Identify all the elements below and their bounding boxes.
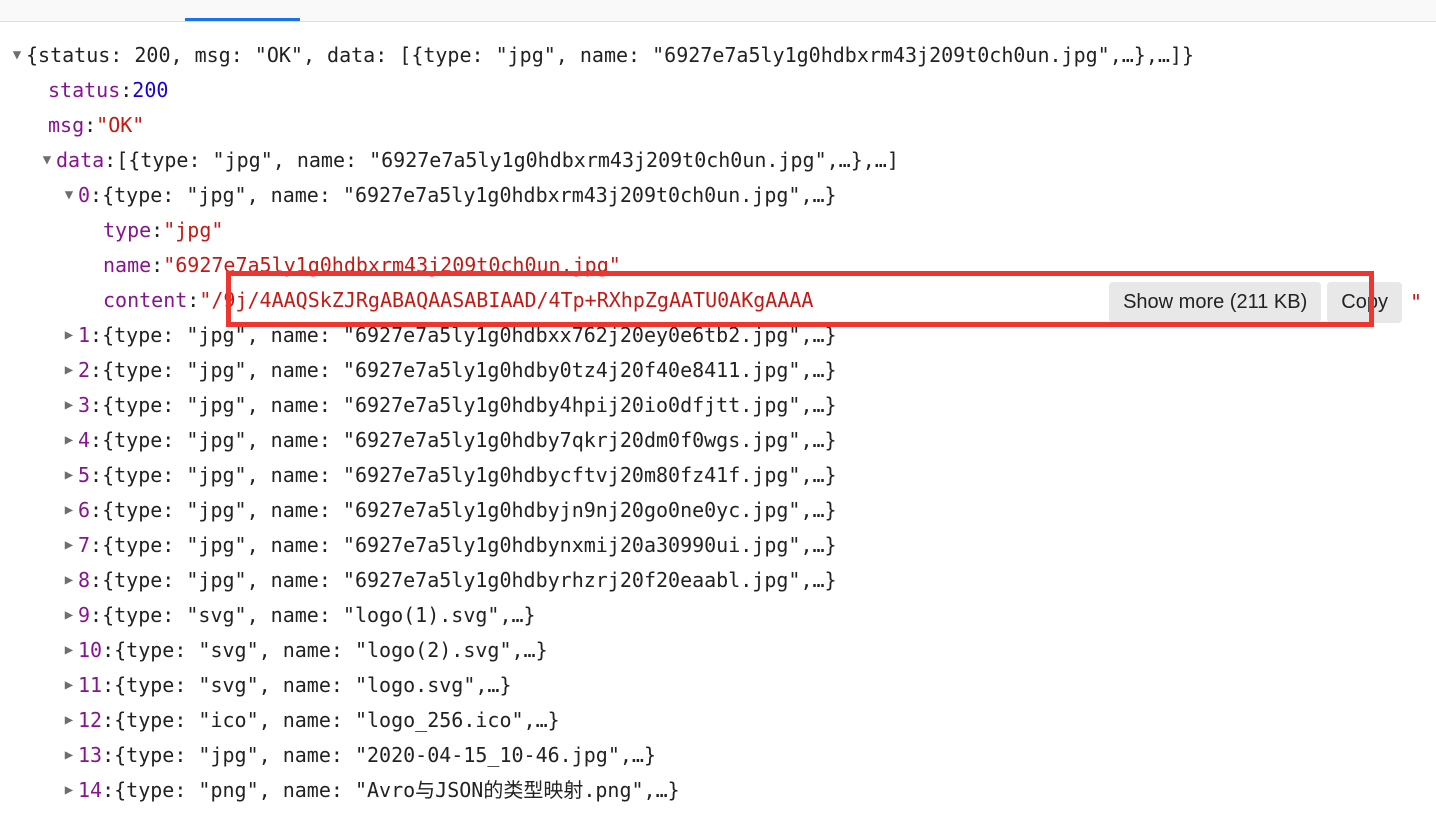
status-line[interactable]: status: 200	[8, 73, 1428, 108]
expand-toggle[interactable]	[38, 148, 56, 173]
closing-quote: "	[1410, 285, 1422, 320]
expand-toggle[interactable]	[60, 673, 78, 698]
array-item-line[interactable]: 11: {type: "svg", name: "logo.svg",…}	[8, 668, 1428, 703]
array-item-line[interactable]: 12: {type: "ico", name: "logo_256.ico",……	[8, 703, 1428, 738]
expand-toggle[interactable]	[60, 428, 78, 453]
prop-key: 5	[78, 458, 90, 493]
prop-key: 6	[78, 493, 90, 528]
array-item-line[interactable]: 14: {type: "png", name: "Avro与JSON的类型映射.…	[8, 773, 1428, 808]
prop-key: 8	[78, 563, 90, 598]
expand-toggle[interactable]	[60, 393, 78, 418]
prop-value: {type: "jpg", name: "6927e7a5ly1g0hdbynx…	[102, 528, 837, 563]
item0-name-line[interactable]: name: "6927e7a5ly1g0hdbxrm43j209t0ch0un.…	[8, 248, 1428, 283]
prop-value: {type: "jpg", name: "6927e7a5ly1g0hdby7q…	[102, 423, 837, 458]
array-item-line[interactable]: 3: {type: "jpg", name: "6927e7a5ly1g0hdb…	[8, 388, 1428, 423]
prop-key: 3	[78, 388, 90, 423]
expand-toggle[interactable]	[60, 498, 78, 523]
content-actions: Show more (211 KB) Copy "	[1103, 282, 1422, 323]
expand-toggle[interactable]	[60, 183, 78, 208]
expand-toggle[interactable]	[60, 568, 78, 593]
prop-value: {type: "jpg", name: "6927e7a5ly1g0hdby0t…	[102, 353, 837, 388]
array-item-line[interactable]: 7: {type: "jpg", name: "6927e7a5ly1g0hdb…	[8, 528, 1428, 563]
json-tree: {status: 200, msg: "OK", data: [{type: "…	[0, 22, 1436, 818]
prop-key: 0	[78, 178, 90, 213]
prop-value: {type: "jpg", name: "6927e7a5ly1g0hdbyjn…	[102, 493, 837, 528]
prop-value: "/9j/4AAQSkZJRgABAQAASABIAAD/4Tp+RXhpZgA…	[199, 283, 813, 318]
expand-toggle[interactable]	[60, 323, 78, 348]
array-item-line[interactable]: 6: {type: "jpg", name: "6927e7a5ly1g0hdb…	[8, 493, 1428, 528]
prop-key: 14	[78, 773, 102, 808]
prop-value: 200	[132, 73, 168, 108]
expand-toggle[interactable]	[60, 778, 78, 803]
expand-toggle[interactable]	[60, 463, 78, 488]
array-item-line[interactable]: 10: {type: "svg", name: "logo(2).svg",…}	[8, 633, 1428, 668]
prop-value: "OK"	[96, 108, 144, 143]
prop-value: {type: "png", name: "Avro与JSON的类型映射.png"…	[114, 773, 680, 808]
prop-key: 7	[78, 528, 90, 563]
prop-key: name	[103, 248, 151, 283]
expand-toggle[interactable]	[60, 533, 78, 558]
item0-type-line[interactable]: type: "jpg"	[8, 213, 1428, 248]
prop-value: {type: "jpg", name: "6927e7a5ly1g0hdbxx7…	[102, 318, 837, 353]
root-line[interactable]: {status: 200, msg: "OK", data: [{type: "…	[8, 38, 1428, 73]
prop-value: {type: "jpg", name: "2020-04-15_10-46.jp…	[114, 738, 656, 773]
prop-key: 12	[78, 703, 102, 738]
prop-key: status	[48, 73, 120, 108]
array-item-line[interactable]: 2: {type: "jpg", name: "6927e7a5ly1g0hdb…	[8, 353, 1428, 388]
prop-value: [{type: "jpg", name: "6927e7a5ly1g0hdbxr…	[116, 143, 899, 178]
show-more-button[interactable]: Show more (211 KB)	[1109, 282, 1321, 323]
prop-value: {type: "jpg", name: "6927e7a5ly1g0hdbyrh…	[102, 563, 837, 598]
prop-key: type	[103, 213, 151, 248]
expand-toggle[interactable]	[60, 743, 78, 768]
devtools-tab-bar	[0, 0, 1436, 22]
prop-value: "jpg"	[163, 213, 223, 248]
prop-value: {type: "jpg", name: "6927e7a5ly1g0hdby4h…	[102, 388, 837, 423]
array-item-line[interactable]: 13: {type: "jpg", name: "2020-04-15_10-4…	[8, 738, 1428, 773]
prop-key: data	[56, 143, 104, 178]
active-tab-underline	[185, 18, 300, 21]
data-line[interactable]: data: [{type: "jpg", name: "6927e7a5ly1g…	[8, 143, 1428, 178]
msg-line[interactable]: msg: "OK"	[8, 108, 1428, 143]
array-item-line[interactable]: 5: {type: "jpg", name: "6927e7a5ly1g0hdb…	[8, 458, 1428, 493]
prop-value: {type: "jpg", name: "6927e7a5ly1g0hdbycf…	[102, 458, 837, 493]
array-item-line[interactable]: 8: {type: "jpg", name: "6927e7a5ly1g0hdb…	[8, 563, 1428, 598]
prop-value: {type: "svg", name: "logo.svg",…}	[114, 668, 511, 703]
prop-key: 9	[78, 598, 90, 633]
prop-value: {type: "jpg", name: "6927e7a5ly1g0hdbxrm…	[102, 178, 837, 213]
prop-key: 1	[78, 318, 90, 353]
prop-key: 13	[78, 738, 102, 773]
expand-toggle[interactable]	[60, 603, 78, 628]
prop-key: 2	[78, 353, 90, 388]
prop-key: 10	[78, 633, 102, 668]
prop-key: 4	[78, 423, 90, 458]
prop-key: 11	[78, 668, 102, 703]
expand-toggle[interactable]	[60, 708, 78, 733]
prop-value: {type: "ico", name: "logo_256.ico",…}	[114, 703, 560, 738]
prop-key: content	[103, 283, 187, 318]
prop-value: {type: "svg", name: "logo(2).svg",…}	[114, 633, 547, 668]
expand-toggle[interactable]	[60, 358, 78, 383]
array-item-line[interactable]: 1: {type: "jpg", name: "6927e7a5ly1g0hdb…	[8, 318, 1428, 353]
root-summary: {status: 200, msg: "OK", data: [{type: "…	[26, 38, 1194, 73]
expand-toggle[interactable]	[8, 43, 26, 68]
prop-key: msg	[48, 108, 84, 143]
array-item-line[interactable]: 9: {type: "svg", name: "logo(1).svg",…}	[8, 598, 1428, 633]
expand-toggle[interactable]	[60, 638, 78, 663]
prop-value: "6927e7a5ly1g0hdbxrm43j209t0ch0un.jpg"	[163, 248, 621, 283]
item0-line[interactable]: 0: {type: "jpg", name: "6927e7a5ly1g0hdb…	[8, 178, 1428, 213]
array-item-line[interactable]: 4: {type: "jpg", name: "6927e7a5ly1g0hdb…	[8, 423, 1428, 458]
copy-button[interactable]: Copy	[1327, 282, 1402, 323]
prop-value: {type: "svg", name: "logo(1).svg",…}	[102, 598, 535, 633]
